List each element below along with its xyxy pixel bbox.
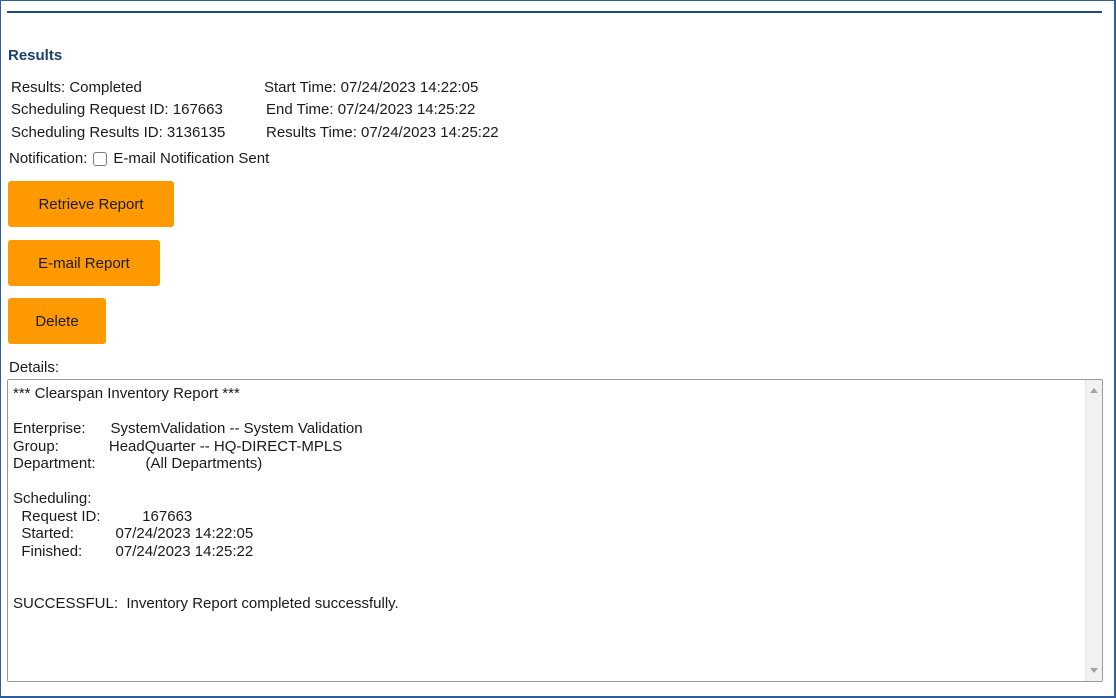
end-time: End Time: 07/24/2023 14:25:22: [266, 101, 476, 118]
notification-label: Notification:: [9, 150, 88, 167]
email-notification-checkbox[interactable]: [93, 151, 108, 166]
scheduling-request-id: Scheduling Request ID: 167663: [11, 101, 223, 118]
details-label: Details:: [9, 359, 60, 376]
start-time: Start Time: 07/24/2023 14:22:05: [264, 79, 479, 96]
details-scrollbar[interactable]: [1085, 380, 1102, 681]
delete-button[interactable]: Delete: [8, 298, 106, 344]
section-title: Results: [8, 47, 63, 64]
notification-row: Notification: E-mail Notification Sent: [9, 150, 269, 167]
retrieve-report-button[interactable]: Retrieve Report: [8, 181, 174, 227]
email-notification-label: E-mail Notification Sent: [113, 150, 270, 167]
results-status: Results: Completed: [11, 79, 142, 96]
details-text: *** Clearspan Inventory Report *** Enter…: [13, 385, 399, 612]
email-report-button[interactable]: E-mail Report: [8, 240, 160, 286]
scroll-up-arrow-icon[interactable]: [1090, 388, 1098, 393]
results-time: Results Time: 07/24/2023 14:25:22: [266, 124, 499, 141]
scheduling-results-id: Scheduling Results ID: 3136135: [11, 124, 226, 141]
details-textarea[interactable]: *** Clearspan Inventory Report *** Enter…: [7, 379, 1103, 682]
results-panel: Results Results: Completed Scheduling Re…: [0, 0, 1116, 698]
scroll-down-arrow-icon[interactable]: [1090, 668, 1098, 673]
header-divider: [7, 11, 1102, 13]
